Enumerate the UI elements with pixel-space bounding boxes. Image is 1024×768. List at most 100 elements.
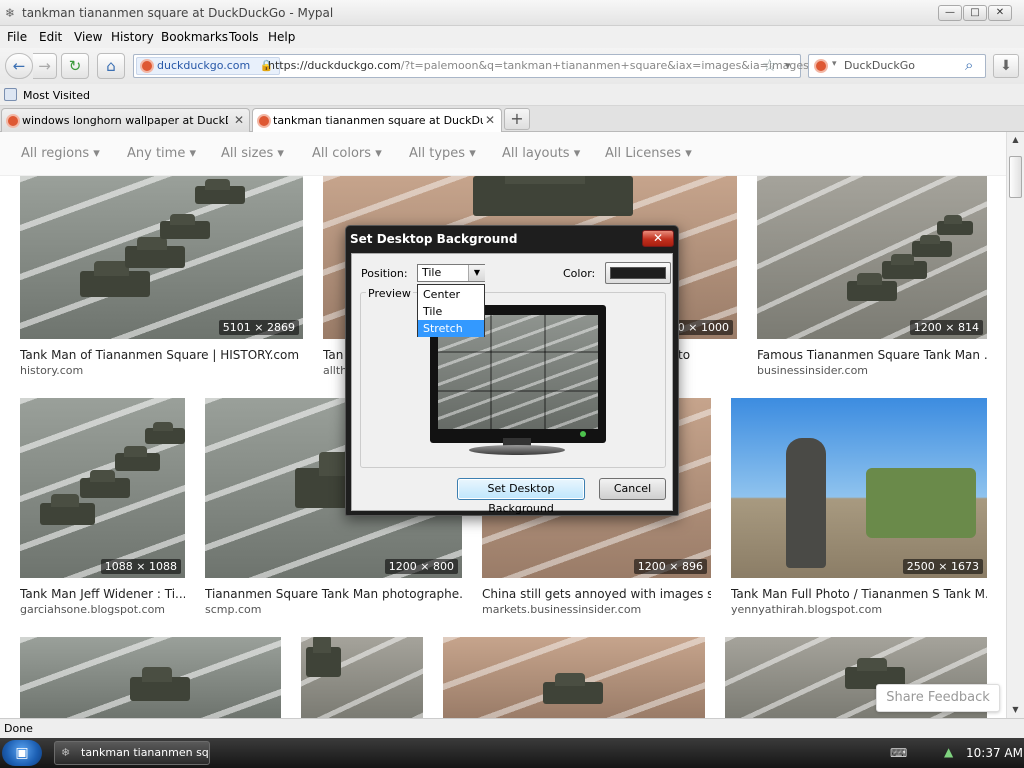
result-title[interactable]: Tank Man Full Photo / Tiananmen S Tank M… <box>731 587 987 601</box>
result-image[interactable] <box>443 637 705 718</box>
position-select[interactable]: Tile ▼ <box>417 264 485 282</box>
result-title[interactable]: Tiananmen Square Tank Man photographe... <box>205 587 462 601</box>
set-desktop-background-button[interactable]: Set Desktop Background <box>457 478 585 515</box>
result-title[interactable]: Tank Man of Tiananmen Square | HISTORY.c… <box>20 348 303 362</box>
menu-view[interactable]: View <box>74 30 102 44</box>
filter-layouts[interactable]: All layouts ▾ <box>502 146 580 161</box>
menu-help[interactable]: Help <box>268 30 295 44</box>
scroll-thumb[interactable] <box>1009 156 1022 198</box>
position-option-tile[interactable]: Tile <box>418 303 484 320</box>
scroll-up-arrow-icon[interactable]: ▲ <box>1007 132 1024 148</box>
search-bar[interactable]: ▾ DuckDuckGo ⌕ <box>808 54 986 78</box>
tab-favicon-icon <box>6 114 20 128</box>
tab-tankman-tiananmen[interactable]: tankman tiananmen square at DuckDuckGo ✕ <box>252 108 502 133</box>
result-source[interactable]: scmp.com <box>205 603 462 616</box>
url-text[interactable]: https://duckduckgo.com/?t=palemoon&q=tan… <box>268 59 809 72</box>
position-dropdown-list: Center Tile Stretch <box>417 284 485 337</box>
keyboard-tray-icon[interactable]: ⌨ <box>890 746 907 760</box>
result-image[interactable]: 5101 × 2869 <box>20 176 303 339</box>
menu-file[interactable]: File <box>7 30 27 44</box>
tank-shape <box>115 445 160 471</box>
filter-sizes[interactable]: All sizes ▾ <box>221 146 284 161</box>
bookmark-star-icon[interactable]: ☆ <box>762 56 777 76</box>
forward-arrow-icon: → <box>38 57 51 75</box>
site-identity-button[interactable]: duckduckgo.com 🔒 <box>136 57 281 75</box>
result-image[interactable] <box>301 637 423 718</box>
url-bar[interactable]: duckduckgo.com 🔒 https://duckduckgo.com/… <box>133 54 809 78</box>
chevron-down-icon[interactable]: ▼ <box>468 265 485 281</box>
maximize-button[interactable]: □ <box>963 5 987 21</box>
search-engine-icon[interactable] <box>814 59 828 73</box>
tab-windows-longhorn[interactable]: windows longhorn wallpaper at DuckDuck..… <box>1 108 250 132</box>
image-dimensions: 1088 × 1088 <box>100 559 181 574</box>
color-label: Color: <box>563 267 596 280</box>
os-taskbar: ▣ ❄ tankman tiananmen sq... ⌨ ▲ 10:37 AM <box>0 738 1024 768</box>
page-scrollbar[interactable]: ▲ ▼ <box>1006 132 1024 718</box>
taskbar-browser-item[interactable]: ❄ tankman tiananmen sq... <box>54 741 210 765</box>
result-image[interactable]: 1088 × 1088 <box>20 398 185 578</box>
tab-close-icon[interactable]: ✕ <box>234 113 244 127</box>
minimize-button[interactable]: — <box>938 5 962 21</box>
position-option-center[interactable]: Center <box>418 286 484 303</box>
start-button[interactable]: ▣ <box>2 740 42 766</box>
chevron-down-icon: ▾ <box>189 146 197 161</box>
result-title[interactable]: Tan <box>323 348 347 362</box>
position-option-stretch[interactable]: Stretch <box>418 320 484 337</box>
url-host: https://duckduckgo.com <box>268 59 401 72</box>
bookmarks-folder-icon <box>4 88 17 101</box>
filter-types[interactable]: All types ▾ <box>409 146 476 161</box>
scroll-down-arrow-icon[interactable]: ▼ <box>1007 702 1024 718</box>
download-icon: ⬇ <box>1000 58 1012 74</box>
menu-tools[interactable]: Tools <box>229 30 259 44</box>
result-source[interactable]: businessinsider.com <box>757 364 987 377</box>
result-image[interactable]: 1200 × 814 <box>757 176 987 339</box>
window-close-button[interactable]: ✕ <box>988 5 1012 21</box>
downloads-button[interactable]: ⬇ <box>993 54 1019 78</box>
search-input[interactable]: DuckDuckGo <box>844 59 915 72</box>
reload-icon: ↻ <box>68 57 82 75</box>
filter-regions[interactable]: All regions ▾ <box>21 146 100 161</box>
result-title[interactable]: to <box>678 348 698 362</box>
result-source[interactable]: allth <box>323 364 347 377</box>
most-visited-bookmark[interactable]: Most Visited <box>23 89 90 102</box>
result-source[interactable]: garciahsone.blogspot.com <box>20 603 185 616</box>
result-title[interactable]: Tank Man Jeff Widener : Ti... <box>20 587 185 601</box>
result-title[interactable]: China still gets annoyed with images s..… <box>482 587 711 601</box>
tab-close-icon[interactable]: ✕ <box>485 113 495 127</box>
search-go-icon[interactable]: ⌕ <box>965 56 973 74</box>
forward-button[interactable]: → <box>33 53 57 79</box>
dialog-close-button[interactable]: ✕ <box>642 230 674 247</box>
result-source[interactable]: markets.businessinsider.com <box>482 603 711 616</box>
filter-licenses[interactable]: All Licenses ▾ <box>605 146 692 161</box>
color-picker-button[interactable] <box>605 262 671 284</box>
taskbar-clock[interactable]: 10:37 AM <box>966 746 1023 760</box>
network-tray-icon[interactable]: ▲ <box>944 745 953 759</box>
image-dimensions: 1200 × 896 <box>633 559 707 574</box>
close-icon: ✕ <box>995 7 1005 18</box>
chevron-down-icon: ▾ <box>375 146 382 161</box>
url-history-dropdown-icon[interactable]: ▾ <box>785 59 791 72</box>
result-title[interactable]: Famous Tiananmen Square Tank Man ... <box>757 348 987 362</box>
search-engine-dropdown-icon[interactable]: ▾ <box>832 59 837 69</box>
tank-shape <box>912 234 952 257</box>
result-source[interactable]: yennyathirah.blogspot.com <box>731 603 987 616</box>
filter-colors[interactable]: All colors ▾ <box>312 146 382 161</box>
windows-logo-icon: ▣ <box>15 745 29 761</box>
result-image[interactable] <box>20 637 281 718</box>
new-tab-button[interactable]: + <box>504 108 530 130</box>
plus-icon: + <box>510 109 524 128</box>
power-led-icon <box>580 431 586 437</box>
share-feedback-button[interactable]: Share Feedback <box>876 684 1000 712</box>
result-source[interactable]: history.com <box>20 364 303 377</box>
tank-shape <box>195 178 245 204</box>
cancel-button[interactable]: Cancel <box>599 478 666 500</box>
menu-edit[interactable]: Edit <box>39 30 62 44</box>
reload-button[interactable]: ↻ <box>61 53 89 79</box>
image-dimensions: 2500 × 1673 <box>902 559 983 574</box>
menu-history[interactable]: History <box>111 30 154 44</box>
menu-bookmarks[interactable]: Bookmarks <box>161 30 228 44</box>
result-image[interactable]: 2500 × 1673 <box>731 398 987 578</box>
back-button[interactable]: ← <box>5 53 33 79</box>
filter-time[interactable]: Any time ▾ <box>127 146 196 161</box>
home-button[interactable]: ⌂ <box>97 53 125 79</box>
